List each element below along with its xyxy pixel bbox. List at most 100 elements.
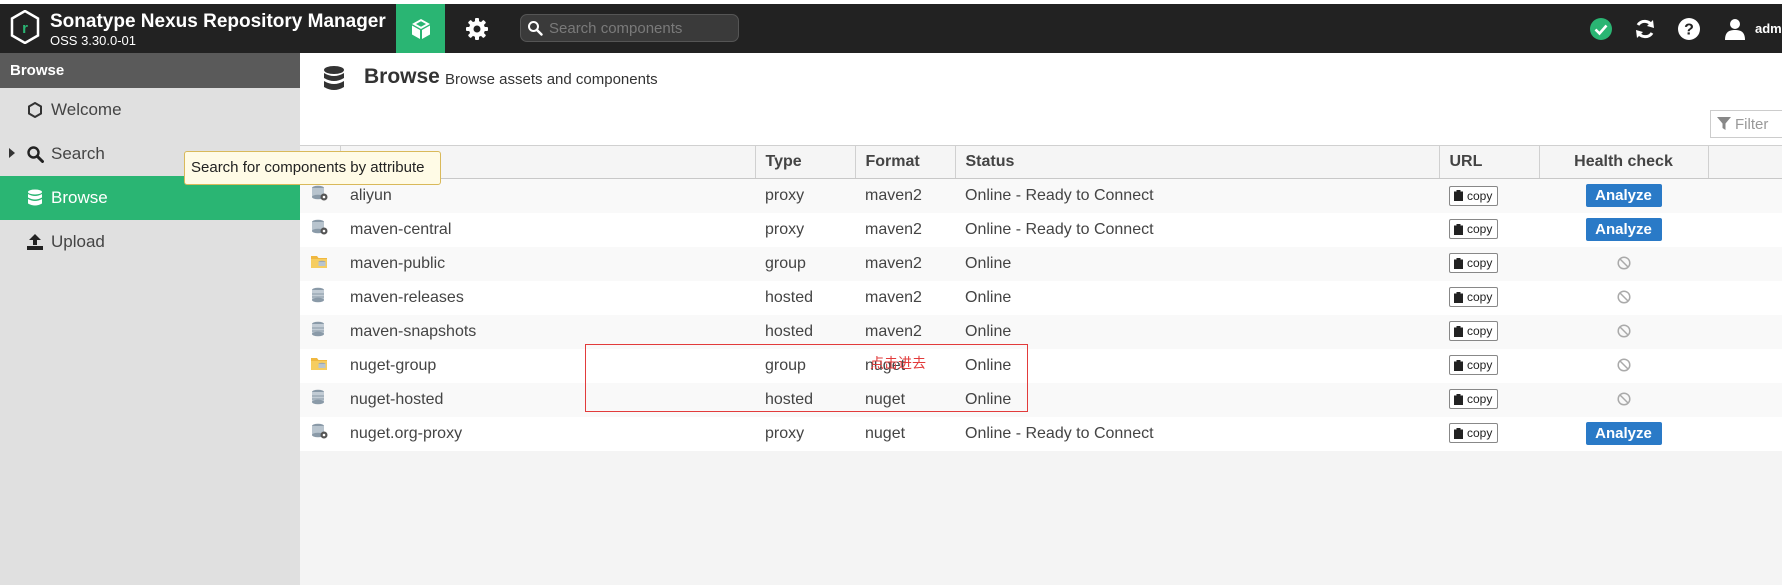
nexus-logo[interactable]: r <box>10 10 40 44</box>
repo-url-cell: copy <box>1439 416 1539 451</box>
analyze-button[interactable]: Analyze <box>1585 422 1662 445</box>
copy-label: copy <box>1467 290 1493 305</box>
repo-type-icon-cell <box>300 314 340 349</box>
repo-status: Online - Ready to Connect <box>955 178 1439 213</box>
browse-mode-button[interactable] <box>396 4 445 53</box>
user-icon[interactable] <box>1722 16 1748 42</box>
sidebar-item-welcome[interactable]: Welcome <box>0 88 300 132</box>
search-icon <box>528 21 543 36</box>
table-row[interactable]: nuget.org-proxy proxy nuget Online - Ready … <box>300 416 1782 451</box>
help-icon[interactable]: ? <box>1676 16 1702 42</box>
hexagon-icon <box>25 100 45 120</box>
search-input[interactable] <box>549 19 729 37</box>
repo-format: maven2 <box>855 178 955 213</box>
search-icon <box>25 144 45 164</box>
clipboard-icon <box>1454 223 1463 235</box>
extra-cell <box>1708 212 1782 247</box>
analyze-button[interactable]: Analyze <box>1585 218 1662 241</box>
repo-status: Online - Ready to Connect <box>955 212 1439 247</box>
copy-url-button[interactable]: copy <box>1449 219 1499 240</box>
extra-cell <box>1708 382 1782 417</box>
upload-icon <box>25 232 45 252</box>
repository-group-icon <box>310 256 328 273</box>
column-header-status[interactable]: Status <box>955 145 1440 179</box>
copy-label: copy <box>1467 392 1493 407</box>
filter-box[interactable] <box>1710 110 1782 138</box>
repo-url-cell: copy <box>1439 178 1539 213</box>
repository-table: Type Format Status URL Health check aliy… <box>300 145 1782 451</box>
not-available-icon <box>1616 392 1631 406</box>
copy-url-button[interactable]: copy <box>1449 423 1499 444</box>
user-name[interactable]: adm <box>1755 21 1782 36</box>
search-tooltip: Search for components by attribute <box>184 151 441 185</box>
repo-name: maven-releases <box>340 280 755 315</box>
not-available-icon <box>1616 358 1631 372</box>
clipboard-icon <box>1454 393 1463 405</box>
copy-url-button[interactable]: copy <box>1449 287 1499 308</box>
health-check-cell <box>1539 246 1708 281</box>
repository-hosted-icon <box>310 389 326 409</box>
repo-type-icon-cell <box>300 280 340 315</box>
repo-name: maven-central <box>340 212 755 247</box>
page-title: Browse <box>364 65 440 88</box>
refresh-icon[interactable] <box>1632 16 1658 42</box>
repo-type: proxy <box>755 212 855 247</box>
page-subtitle: Browse assets and components <box>445 71 658 88</box>
health-check-cell <box>1539 382 1708 417</box>
repo-url-cell: copy <box>1439 314 1539 349</box>
sidebar-item-label: Search <box>51 144 105 163</box>
app-version: OSS 3.30.0-01 <box>50 33 136 48</box>
administration-button[interactable] <box>453 4 501 53</box>
table-row[interactable]: aliyun proxy maven2 Online - Ready to Conne… <box>300 178 1782 213</box>
repo-name: nuget.org-proxy <box>340 416 755 451</box>
table-row[interactable]: nuget-hosted hosted nuget Online copy <box>300 382 1782 417</box>
clipboard-icon <box>1454 190 1463 201</box>
repo-status: Online <box>955 280 1439 315</box>
column-header-url[interactable]: URL <box>1439 145 1540 179</box>
repo-url-cell: copy <box>1439 348 1539 383</box>
main-content: Browse Browse assets and components Type <box>300 53 1782 585</box>
copy-url-button[interactable]: copy <box>1449 389 1499 410</box>
table-row[interactable]: maven-releases hosted maven2 Online copy <box>300 280 1782 315</box>
table-row[interactable]: maven-snapshots hosted maven2 Online copy <box>300 314 1782 349</box>
analyze-button[interactable]: Analyze <box>1585 184 1662 208</box>
copy-label: copy <box>1467 324 1493 339</box>
clipboard-icon <box>1454 325 1463 337</box>
clipboard-icon <box>1454 257 1463 269</box>
repository-group-icon <box>310 358 328 375</box>
table-header-row: Type Format Status URL Health check <box>300 145 1782 179</box>
database-icon <box>25 188 45 208</box>
copy-url-button[interactable]: copy <box>1449 321 1499 342</box>
copy-label: copy <box>1467 256 1493 271</box>
repo-url-cell: copy <box>1439 382 1539 417</box>
repository-hosted-icon <box>310 287 326 307</box>
component-search[interactable] <box>520 14 739 42</box>
clipboard-icon <box>1454 359 1463 371</box>
extra-cell <box>1708 416 1782 451</box>
copy-url-button[interactable]: copy <box>1449 185 1499 206</box>
filter-input[interactable] <box>1735 115 1782 133</box>
expand-arrow-icon[interactable] <box>9 148 15 158</box>
table-row[interactable]: nuget-group group nuget Online copy <box>300 348 1782 383</box>
sidebar-item-upload[interactable]: Upload <box>0 220 300 264</box>
system-status-icon[interactable] <box>1588 16 1614 42</box>
sidebar-item-label: Upload <box>51 232 105 251</box>
table-row[interactable]: maven-central proxy maven2 Online - Ready t… <box>300 212 1782 247</box>
health-check-cell <box>1539 348 1708 383</box>
sidebar-heading: Browse <box>0 53 300 88</box>
repository-proxy-icon <box>310 423 328 443</box>
repo-status: Online - Ready to Connect <box>955 416 1439 451</box>
repo-type-icon-cell <box>300 416 340 451</box>
copy-url-button[interactable]: copy <box>1449 253 1499 274</box>
health-check-cell <box>1539 280 1708 315</box>
column-header-format[interactable]: Format <box>855 145 956 179</box>
health-check-cell: Analyze <box>1539 178 1708 213</box>
column-header-health-check[interactable]: Health check <box>1539 145 1709 179</box>
repository-hosted-icon <box>310 321 326 341</box>
copy-url-button[interactable]: copy <box>1449 355 1499 376</box>
not-available-icon <box>1616 324 1631 338</box>
table-row[interactable]: maven-public group maven2 Online copy <box>300 246 1782 281</box>
database-icon <box>324 66 344 90</box>
repo-format: maven2 <box>855 280 955 315</box>
column-header-type[interactable]: Type <box>755 145 856 179</box>
